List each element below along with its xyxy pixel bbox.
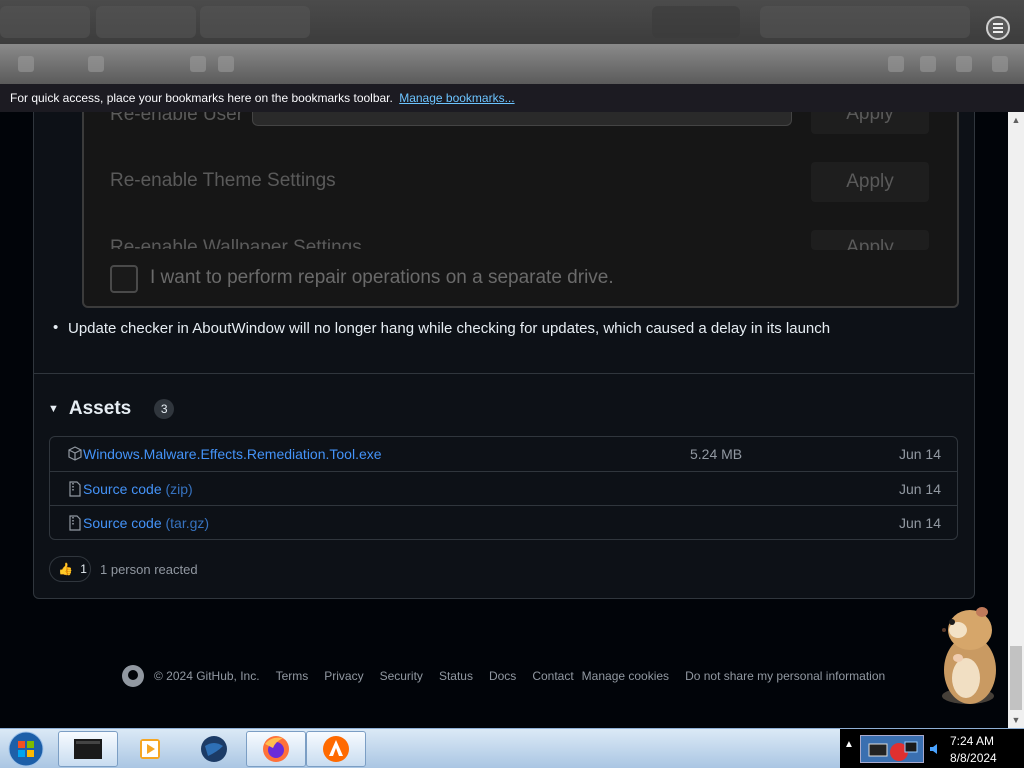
asset-date: Jun 14	[898, 481, 941, 497]
globe-icon	[201, 736, 227, 762]
repair-row-label: Re-enable Wallpaper Settings	[110, 237, 362, 249]
taskbar: ▲ 7:24 AM 8/8/2024	[0, 728, 1024, 768]
apply-button: Apply	[811, 162, 929, 202]
tab[interactable]	[760, 6, 970, 38]
taskbar-firefox-button[interactable]	[246, 731, 306, 767]
network-icon[interactable]	[861, 736, 925, 764]
firefox-icon	[263, 736, 289, 762]
assets-count-badge: 3	[154, 399, 175, 419]
desktop-screen: For quick access, place your bookmarks h…	[0, 0, 1024, 768]
asset-link[interactable]: Windows.Malware.Effects.Remediation.Tool…	[83, 437, 382, 471]
page-content: Re-enable User Apply Re-enable Theme Set…	[0, 112, 1008, 728]
asset-name-text[interactable]: Source code	[83, 481, 162, 497]
start-button[interactable]	[4, 730, 48, 768]
release-card: Re-enable User Apply Re-enable Theme Set…	[33, 112, 975, 599]
asset-size: 5.24 MB	[690, 446, 743, 462]
scroll-up-arrow-icon[interactable]: ▲	[1008, 112, 1024, 128]
taskbar-globe-button[interactable]	[184, 731, 244, 767]
repair-row-label: Re-enable Theme Settings	[110, 170, 336, 191]
reaction-count: 1	[80, 562, 87, 576]
extensions-icon[interactable]	[956, 56, 972, 72]
browser-chrome: For quick access, place your bookmarks h…	[0, 0, 1024, 112]
taskbar-media-button[interactable]	[120, 731, 180, 767]
footer-link-manage-cookies[interactable]: Manage cookies	[582, 669, 669, 683]
thumbs-up-reaction-button[interactable]: 👍 1	[49, 556, 91, 582]
footer-link-terms[interactable]: Terms	[276, 669, 309, 683]
speaker-icon[interactable]	[928, 742, 942, 756]
reaction-summary: 1 person reacted	[100, 562, 198, 577]
asset-format[interactable]: (tar.gz)	[166, 515, 210, 531]
file-zip-icon	[69, 481, 81, 497]
tab[interactable]	[96, 6, 196, 38]
clock-date[interactable]: 8/8/2024	[950, 751, 997, 765]
assets-list: Windows.Malware.Effects.Remediation.Tool…	[49, 436, 958, 540]
asset-name-text[interactable]: Source code	[83, 515, 162, 531]
system-tray: ▲ 7:24 AM 8/8/2024	[840, 729, 1024, 768]
reenable-user-input	[252, 112, 792, 126]
pocket-icon[interactable]	[888, 56, 904, 72]
footer-link-privacy[interactable]: Privacy	[324, 669, 363, 683]
footer-copyright: © 2024 GitHub, Inc.	[154, 669, 260, 683]
clock-time[interactable]: 7:24 AM	[950, 734, 994, 748]
asset-date: Jun 14	[898, 515, 941, 531]
windows-logo-icon[interactable]	[4, 730, 48, 768]
bookmarks-bar: For quick access, place your bookmarks h…	[0, 84, 1024, 112]
asset-link[interactable]: Source code (tar.gz)	[83, 506, 209, 540]
scroll-thumb[interactable]	[1010, 646, 1022, 710]
avast-icon	[323, 736, 349, 762]
taskbar-avast-button[interactable]	[306, 731, 366, 767]
tab-github[interactable]	[652, 6, 740, 38]
bookmarks-bar-text: For quick access, place your bookmarks h…	[10, 91, 393, 105]
scroll-down-arrow-icon[interactable]: ▼	[1008, 712, 1024, 728]
embedded-screenshot: Re-enable User Apply Re-enable Theme Set…	[82, 112, 959, 308]
thumbs-up-icon: 👍	[58, 562, 73, 576]
tray-icons[interactable]	[860, 735, 924, 763]
separate-drive-checkbox	[110, 265, 138, 293]
manage-bookmarks-link[interactable]: Manage bookmarks...	[399, 91, 514, 105]
asset-date: Jun 14	[898, 446, 941, 462]
asset-link[interactable]: Source code (zip)	[83, 472, 193, 506]
taskbar-terminal-button[interactable]	[58, 731, 118, 767]
caret-down-icon[interactable]: ▼	[48, 403, 59, 415]
footer-link-docs[interactable]: Docs	[489, 669, 516, 683]
lock-icon[interactable]	[218, 56, 234, 72]
menu-icon[interactable]	[992, 56, 1008, 72]
asset-row: Source code (tar.gz) Jun 14	[50, 505, 957, 539]
app-menu-icon[interactable]	[986, 16, 1010, 40]
asset-row: Windows.Malware.Effects.Remediation.Tool…	[50, 437, 957, 471]
footer-link-status[interactable]: Status	[439, 669, 473, 683]
github-logo-icon[interactable]	[122, 665, 144, 687]
footer: © 2024 GitHub, Inc. Terms Privacy Securi…	[122, 664, 901, 688]
assets-title: Assets	[68, 398, 132, 419]
show-hidden-icons-icon[interactable]: ▲	[844, 739, 854, 750]
file-zip-icon	[69, 515, 81, 531]
assets-header[interactable]: ▼ Assets 3	[48, 398, 175, 420]
release-note-item: Update checker in AboutWindow will no lo…	[53, 319, 830, 337]
terminal-icon	[74, 739, 102, 759]
footer-link-security[interactable]: Security	[380, 669, 423, 683]
footer-link-do-not-share[interactable]: Do not share my personal information	[685, 669, 885, 683]
package-icon	[68, 446, 82, 461]
asset-row: Source code (zip) Jun 14	[50, 471, 957, 505]
shield-icon[interactable]	[190, 56, 206, 72]
apply-button: Apply	[811, 230, 929, 250]
tab-bar	[0, 0, 1024, 44]
repair-row-label: Re-enable User	[110, 112, 244, 125]
divider	[34, 373, 974, 374]
download-icon[interactable]	[920, 56, 936, 72]
nav-toolbar	[0, 44, 1024, 84]
separate-drive-label: I want to perform repair operations on a…	[150, 267, 614, 288]
asset-format[interactable]: (zip)	[166, 481, 193, 497]
tab[interactable]	[0, 6, 90, 38]
vertical-scrollbar[interactable]: ▲ ▼	[1008, 112, 1024, 728]
forward-icon[interactable]	[88, 56, 104, 72]
hamster-mascot-image	[942, 607, 996, 704]
media-player-icon	[140, 739, 160, 759]
back-icon[interactable]	[18, 56, 34, 72]
apply-button: Apply	[811, 112, 929, 134]
tab[interactable]	[200, 6, 310, 38]
footer-link-contact[interactable]: Contact	[532, 669, 573, 683]
